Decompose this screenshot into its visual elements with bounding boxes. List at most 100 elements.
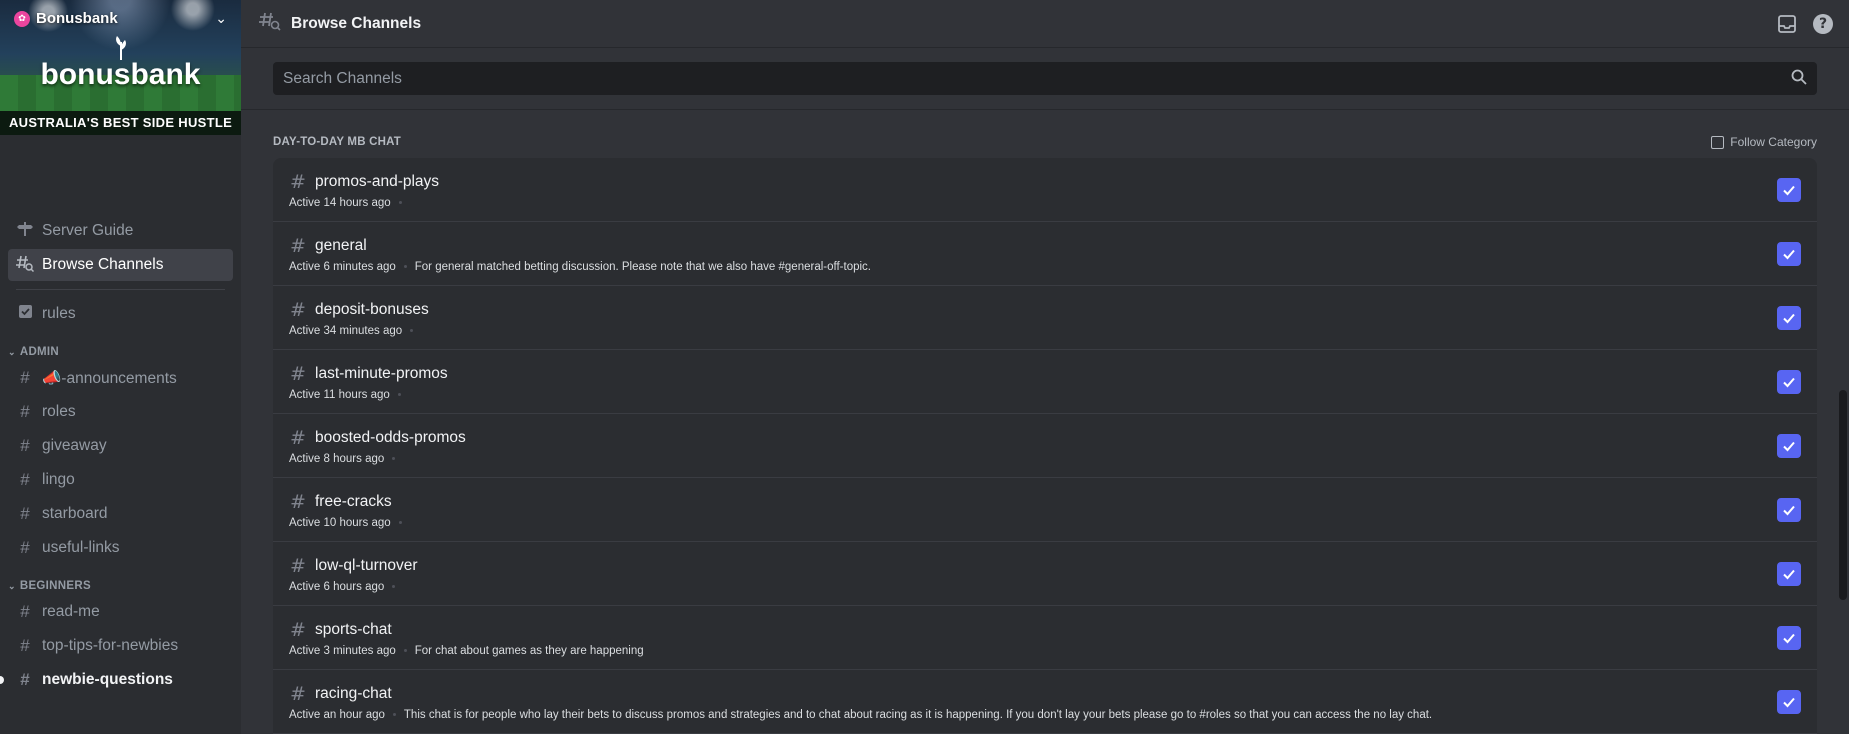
channel-name-row: # general	[289, 235, 1777, 257]
channel-info: # racing-chat Active an hour ago This ch…	[289, 683, 1777, 721]
inbox-icon[interactable]	[1777, 14, 1797, 34]
hash-icon: #	[20, 436, 30, 455]
separator-dot	[403, 649, 407, 652]
hash-icon: #	[20, 670, 30, 689]
sidebar-item-roles[interactable]: # roles	[8, 396, 233, 428]
sidebar-item-newbie-questions[interactable]: # newbie-questions	[8, 664, 233, 696]
follow-checkbox[interactable]	[1777, 177, 1801, 202]
page-title: Browse Channels	[291, 14, 422, 32]
channel-info: # sports-chat Active 3 minutes ago For c…	[289, 619, 1777, 657]
channel-row[interactable]: # sports-chat Active 3 minutes ago For c…	[273, 606, 1817, 670]
category-admin[interactable]: ⌄ ADMIN	[0, 332, 241, 362]
sidebar-item-announcements[interactable]: # 📣-announcements	[8, 362, 233, 394]
search-input[interactable]	[283, 69, 1791, 88]
separator-dot	[410, 329, 414, 332]
channel-info: # promos-and-plays Active 14 hours ago	[289, 171, 1777, 209]
toolbar-right: ?	[1777, 13, 1833, 34]
channel-row[interactable]: # low-ql-turnover Active 6 hours ago	[273, 542, 1817, 606]
sidebar-item-label: starboard	[42, 505, 108, 522]
channel-row[interactable]: # last-minute-promos Active 11 hours ago	[273, 350, 1817, 414]
follow-checkbox[interactable]	[1777, 689, 1801, 714]
category-label: BEGINNERS	[19, 580, 91, 592]
chevron-down-icon: ⌄	[8, 346, 16, 357]
help-icon[interactable]: ?	[1813, 13, 1833, 34]
channel-meta-row: Active 6 hours ago	[289, 581, 1777, 593]
sidebar-item-browse-channels[interactable]: Browse Channels	[8, 249, 233, 281]
sidebar-item-rules[interactable]: rules	[8, 298, 233, 330]
channel-row[interactable]: # racing-chat Active an hour ago This ch…	[273, 670, 1817, 734]
sidebar-item-useful-links[interactable]: # useful-links	[8, 532, 233, 564]
channel-row[interactable]: # deposit-bonuses Active 34 minutes ago	[273, 286, 1817, 350]
channel-activity: Active 8 hours ago	[289, 452, 385, 465]
sidebar-item-label: top-tips-for-newbies	[42, 637, 179, 654]
sidebar-item-server-guide[interactable]: Server Guide	[8, 215, 233, 247]
hash-icon: #	[20, 402, 30, 421]
sidebar-item-giveaway[interactable]: # giveaway	[8, 430, 233, 462]
category-label: ADMIN	[19, 346, 60, 358]
channel-name-row: # boosted-odds-promos	[289, 427, 1777, 449]
channel-description: This chat is for people who lay their be…	[403, 708, 1433, 721]
channel-list: # promos-and-plays Active 14 hours ago #…	[273, 158, 1817, 734]
follow-checkbox[interactable]	[1777, 369, 1801, 394]
hash-icon: #	[20, 538, 30, 557]
follow-checkbox[interactable]	[1777, 497, 1801, 522]
sidebar-nav: Server Guide Browse Channels rules ⌄ ADM…	[0, 215, 241, 698]
server-name: Bonusbank	[36, 10, 118, 27]
sidebar-item-top-tips-for-newbies[interactable]: # top-tips-for-newbies	[8, 630, 233, 662]
channel-row[interactable]: # boosted-odds-promos Active 8 hours ago	[273, 414, 1817, 478]
follow-checkbox[interactable]	[1777, 305, 1801, 330]
follow-category-toggle[interactable]: Follow Category	[1711, 135, 1817, 149]
hash-icon: #	[290, 554, 306, 577]
sidebar-item-label: 📣-announcements	[42, 369, 177, 387]
signpost-icon	[16, 221, 34, 242]
hash-icon: #	[20, 636, 30, 655]
checkmark-icon	[1783, 505, 1795, 515]
checkmark-icon	[1783, 377, 1795, 387]
channel-meta-row: Active 34 minutes ago	[289, 325, 1777, 337]
sidebar-item-lingo[interactable]: # lingo	[8, 464, 233, 496]
checkmark-icon	[1783, 569, 1795, 579]
sidebar-item-starboard[interactable]: # starboard	[8, 498, 233, 530]
channel-meta-row: Active 11 hours ago	[289, 389, 1777, 401]
server-header[interactable]: ✿ Bonusbank ⌄	[14, 10, 227, 27]
hash-icon: #	[20, 470, 30, 489]
follow-checkbox[interactable]	[1777, 433, 1801, 458]
hash-icon: #	[290, 234, 306, 257]
channel-name: last-minute-promos	[315, 364, 448, 382]
follow-category-checkbox[interactable]	[1711, 135, 1725, 149]
search-icon[interactable]	[1791, 69, 1807, 89]
hash-icon: #	[20, 602, 30, 621]
banner-logo: bonusbank	[40, 58, 201, 91]
channel-activity: Active 34 minutes ago	[289, 324, 403, 337]
category-beginners[interactable]: ⌄ BEGINNERS	[0, 566, 241, 596]
app-window: bonusbank AUSTRALIA'S BEST SIDE HUSTLE ✿…	[0, 0, 1849, 734]
channel-row[interactable]: # free-cracks Active 10 hours ago	[273, 478, 1817, 542]
hash-icon: #	[290, 298, 306, 321]
channel-info: # boosted-odds-promos Active 8 hours ago	[289, 427, 1777, 465]
channel-row[interactable]: # promos-and-plays Active 14 hours ago	[273, 158, 1817, 222]
follow-checkbox[interactable]	[1777, 561, 1801, 586]
channel-row[interactable]: # general Active 6 minutes ago For gener…	[273, 222, 1817, 286]
separator-dot	[392, 585, 396, 588]
channel-meta-row: Active 14 hours ago	[289, 197, 1777, 209]
channel-activity: Active 6 minutes ago	[289, 260, 396, 273]
channel-info: # deposit-bonuses Active 34 minutes ago	[289, 299, 1777, 337]
scrollbar-thumb[interactable]	[1839, 390, 1847, 600]
chevron-down-icon[interactable]: ⌄	[215, 11, 227, 27]
server-banner[interactable]: bonusbank AUSTRALIA'S BEST SIDE HUSTLE ✿…	[0, 0, 241, 135]
checkmark-icon	[1783, 441, 1795, 451]
sidebar-divider	[16, 289, 225, 290]
hash-icon: #	[290, 490, 306, 513]
sidebar-item-label: Server Guide	[42, 222, 134, 239]
category-header: DAY-TO-DAY MB CHAT Follow Category	[273, 134, 1817, 150]
follow-checkbox[interactable]	[1777, 625, 1801, 650]
sidebar-item-read-me[interactable]: # read-me	[8, 596, 233, 628]
follow-checkbox[interactable]	[1777, 241, 1801, 266]
channel-info: # free-cracks Active 10 hours ago	[289, 491, 1777, 529]
channel-meta-row: Active an hour ago This chat is for peop…	[289, 709, 1777, 721]
separator-dot	[398, 521, 402, 524]
top-bar: Browse Channels ?	[241, 0, 1849, 48]
hash-icon: #	[20, 368, 30, 387]
channel-activity: Active 11 hours ago	[289, 388, 390, 401]
channel-name-row: # free-cracks	[289, 491, 1777, 513]
